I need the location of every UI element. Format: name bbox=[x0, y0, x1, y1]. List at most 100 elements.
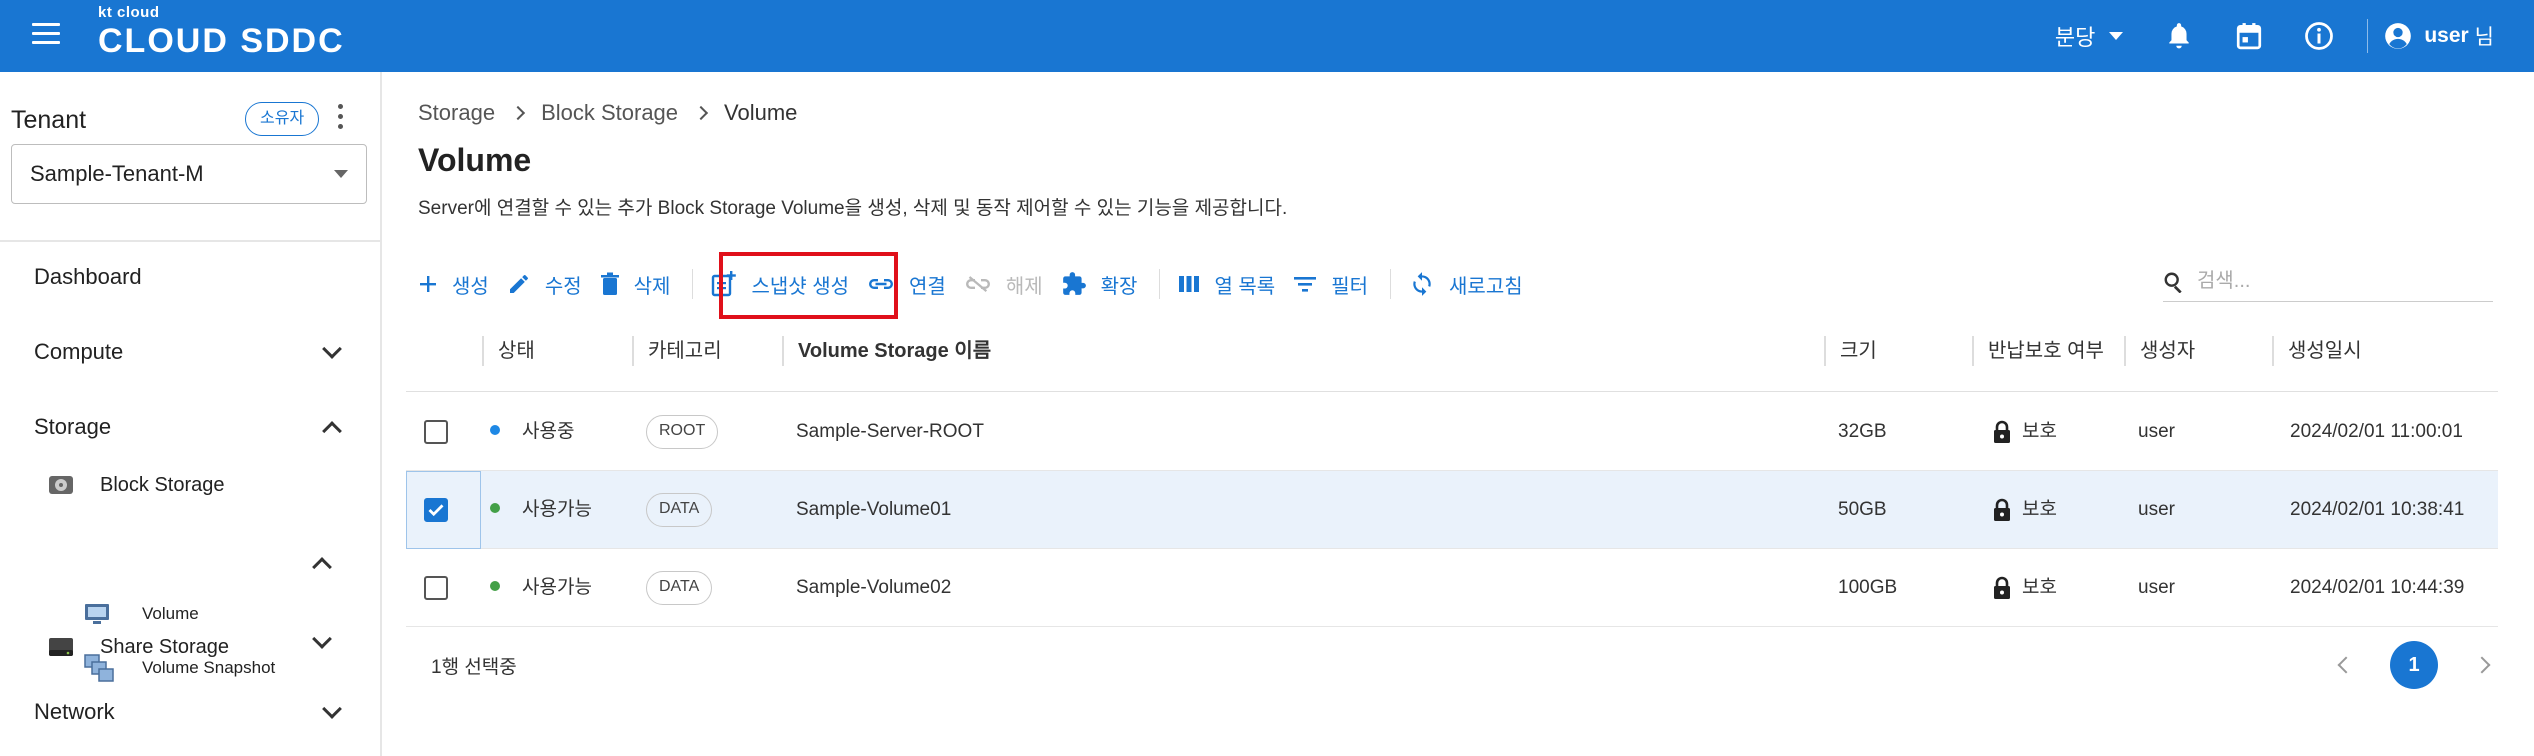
check-icon bbox=[428, 504, 444, 517]
row-checkbox[interactable] bbox=[424, 420, 448, 444]
column-header-created[interactable]: 생성일시 bbox=[2272, 336, 2362, 366]
snapshot-highlight-box bbox=[719, 252, 898, 319]
breadcrumb-block-storage[interactable]: Block Storage bbox=[541, 100, 678, 126]
table-row[interactable]: 사용가능 DATA Sample-Volume02 100GB 보호 user … bbox=[406, 549, 2498, 627]
size-cell: 100GB bbox=[1838, 577, 1898, 598]
create-button[interactable]: 생성 bbox=[418, 270, 489, 299]
toolbar-divider bbox=[692, 269, 694, 299]
detach-label: 해제 bbox=[1005, 275, 1043, 298]
chevron-down-icon[interactable] bbox=[322, 699, 342, 719]
status-text: 사용가능 bbox=[522, 499, 592, 520]
owner-chip[interactable]: 소유자 bbox=[245, 102, 320, 136]
view-column-icon bbox=[1179, 276, 1200, 292]
table-row[interactable]: 사용중 ROOT Sample-Server-ROOT 32GB 보호 user… bbox=[406, 393, 2498, 471]
column-header-creator[interactable]: 생성자 bbox=[2124, 336, 2195, 366]
protect-text: 보호 bbox=[2022, 421, 2057, 442]
user-name: user bbox=[2424, 24, 2469, 47]
table-row[interactable]: 사용가능 DATA Sample-Volume01 50GB 보호 user 2… bbox=[406, 471, 2498, 549]
page-description: Server에 연결할 수 있는 추가 Block Storage Volume… bbox=[418, 198, 1288, 219]
sidebar-item-volume[interactable]: Volume bbox=[84, 602, 199, 626]
disk-icon bbox=[49, 476, 73, 494]
column-header-status[interactable]: 상태 bbox=[482, 336, 535, 366]
status-dot bbox=[490, 424, 500, 435]
created-cell: 2024/02/01 10:38:41 bbox=[2290, 499, 2465, 520]
category-cell: DATA bbox=[646, 549, 713, 627]
row-checkbox[interactable] bbox=[424, 576, 448, 600]
page-title: Volume bbox=[418, 142, 532, 178]
user-menu[interactable]: user 님 bbox=[2384, 21, 2494, 51]
name-cell: Sample-Volume01 bbox=[796, 499, 952, 520]
calendar-icon[interactable] bbox=[2231, 18, 2267, 54]
chevron-right-icon[interactable] bbox=[2473, 656, 2491, 674]
created-cell: 2024/02/01 10:44:39 bbox=[2290, 577, 2465, 598]
extend-label: 확장 bbox=[1100, 275, 1138, 298]
info-icon[interactable] bbox=[2301, 18, 2337, 54]
top-app-bar: kt cloud CLOUD SDDC 분당 user 님 bbox=[0, 0, 2534, 72]
sync-icon bbox=[1413, 272, 1431, 296]
refresh-label: 새로고침 bbox=[1449, 275, 1523, 298]
protect-cell: 보호 bbox=[1992, 549, 2057, 627]
chevron-up-icon[interactable] bbox=[312, 557, 332, 577]
sidebar-item-dashboard[interactable]: Dashboard bbox=[34, 264, 142, 290]
chevron-left-icon[interactable] bbox=[2337, 656, 2355, 674]
delete-button[interactable]: 삭제 bbox=[600, 270, 670, 299]
tenant-label: Tenant bbox=[11, 106, 87, 134]
chevron-up-icon[interactable] bbox=[322, 421, 342, 441]
row-checkbox[interactable] bbox=[424, 498, 448, 522]
creator-cell: user bbox=[2138, 421, 2175, 442]
filter-button[interactable]: 필터 bbox=[1293, 270, 1368, 299]
column-header-category[interactable]: 카테고리 bbox=[632, 336, 722, 366]
sidebar-item-label: Share Storage bbox=[100, 635, 229, 658]
toolbar-divider bbox=[1390, 269, 1392, 299]
table-header: 상태 카테고리 Volume Storage 이름 크기 반납보호 여부 생성자… bbox=[406, 332, 2498, 392]
bell-icon[interactable] bbox=[2161, 18, 2197, 54]
sidebar-item-storage[interactable]: Storage bbox=[34, 414, 111, 440]
chevron-right-icon bbox=[510, 105, 526, 121]
menu-icon[interactable] bbox=[32, 23, 60, 47]
column-header-protect[interactable]: 반납보호 여부 bbox=[1972, 336, 2104, 366]
branch-selector[interactable]: 분당 bbox=[2055, 20, 2124, 52]
logo[interactable]: kt cloud CLOUD SDDC bbox=[98, 4, 345, 60]
chevron-down-icon[interactable] bbox=[312, 629, 332, 649]
sidebar-item-compute[interactable]: Compute bbox=[34, 339, 123, 365]
tenant-select[interactable]: Sample-Tenant-M bbox=[11, 144, 367, 204]
chevron-down-icon[interactable] bbox=[322, 339, 342, 359]
extend-button[interactable]: 확장 bbox=[1061, 270, 1138, 299]
toolbar-divider bbox=[1159, 269, 1161, 299]
page-button[interactable]: 1 bbox=[2390, 641, 2438, 689]
pencil-icon bbox=[509, 275, 528, 293]
search-box bbox=[2163, 262, 2493, 302]
detach-button[interactable]: 해제 bbox=[964, 270, 1043, 299]
account-icon bbox=[2385, 23, 2412, 49]
status-text: 사용중 bbox=[522, 421, 575, 442]
status-text: 사용가능 bbox=[522, 577, 592, 598]
sidebar-item-block-storage[interactable]: Block Storage bbox=[48, 473, 225, 497]
lock-icon bbox=[1994, 420, 2010, 443]
sidebar-divider bbox=[0, 240, 380, 242]
sidebar-item-network[interactable]: Network bbox=[34, 699, 115, 725]
sidebar-item-share-storage[interactable]: Share Storage bbox=[48, 635, 229, 659]
creator-cell: user bbox=[2138, 577, 2175, 598]
trash-icon bbox=[600, 272, 619, 295]
refresh-button[interactable]: 새로고침 bbox=[1409, 270, 1523, 299]
logo-title: CLOUD SDDC bbox=[98, 22, 345, 60]
edit-label: 수정 bbox=[544, 275, 582, 298]
category-cell: DATA bbox=[646, 471, 713, 549]
category-cell: ROOT bbox=[646, 393, 719, 471]
plus-icon bbox=[420, 276, 436, 292]
column-header-name[interactable]: Volume Storage 이름 bbox=[782, 336, 991, 366]
protect-text: 보호 bbox=[2022, 577, 2057, 598]
sidebar: Tenant 소유자 Sample-Tenant-M Dashboard Com… bbox=[0, 72, 382, 756]
breadcrumb-storage[interactable]: Storage bbox=[418, 100, 495, 126]
pagination: 1 bbox=[2337, 641, 2491, 689]
edit-button[interactable]: 수정 bbox=[507, 270, 582, 299]
column-header-size[interactable]: 크기 bbox=[1824, 336, 1877, 366]
logo-small-text: kt cloud bbox=[98, 4, 160, 21]
caret-down-icon bbox=[2109, 32, 2124, 40]
user-suffix: 님 bbox=[2474, 26, 2494, 49]
columns-button[interactable]: 열 목록 bbox=[1178, 270, 1275, 299]
breadcrumb: Storage Block Storage Volume bbox=[418, 100, 797, 126]
search-input[interactable] bbox=[2197, 270, 2477, 293]
more-vert-icon[interactable] bbox=[335, 104, 345, 134]
creator-cell: user bbox=[2138, 499, 2175, 520]
